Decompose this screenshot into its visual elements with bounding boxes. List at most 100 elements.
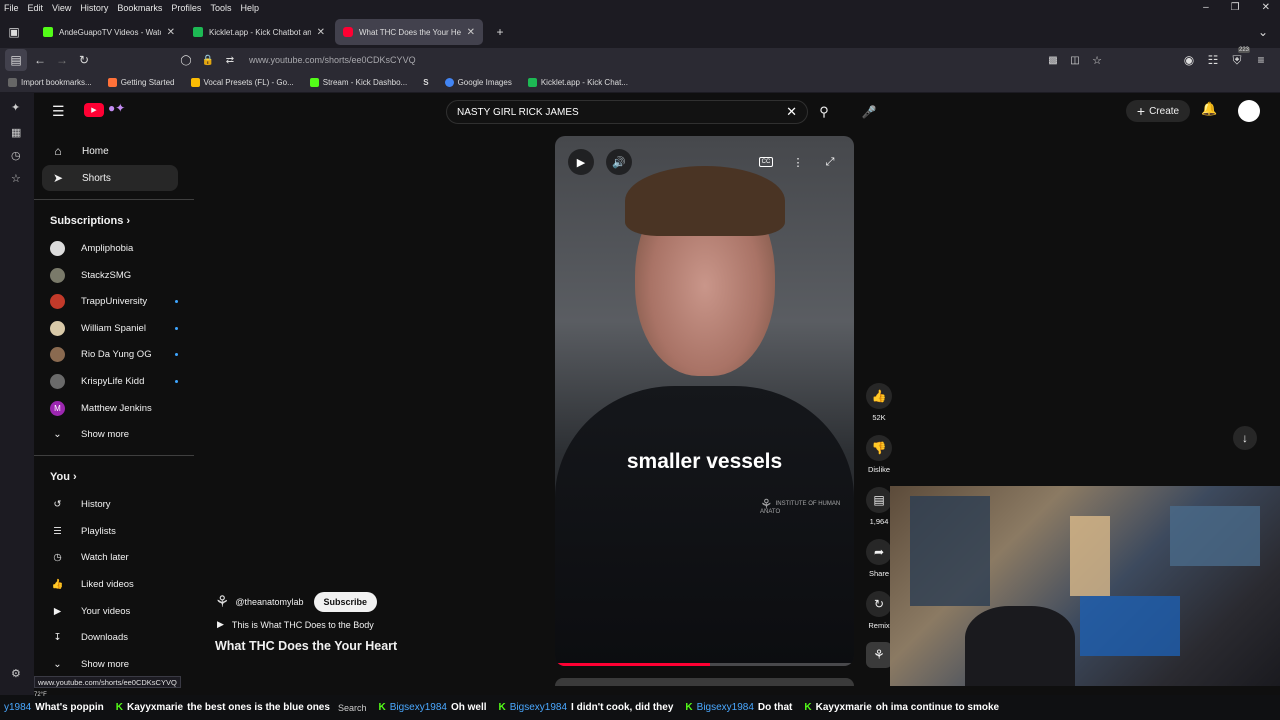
account-icon[interactable]: ◉ xyxy=(1178,49,1200,71)
weather-widget[interactable]: 72°F xyxy=(34,692,47,698)
subscription-item[interactable]: Rio Da Yung OG xyxy=(50,343,190,365)
tab-andeguapotv[interactable]: AndeGuapoTV Videos - Watch ( ✕ xyxy=(35,19,183,45)
taskbar-search[interactable]: Search xyxy=(338,703,367,713)
close-window-icon[interactable]: ✕ xyxy=(1262,2,1270,13)
nav-home[interactable]: ⌂ Home xyxy=(42,138,178,164)
menu-profiles[interactable]: Profiles xyxy=(171,3,201,13)
more-options-button[interactable]: ⋮ xyxy=(785,149,811,175)
nav-liked-videos[interactable]: 👍 Liked videos xyxy=(50,573,190,595)
url-bar[interactable]: www.youtube.com/shorts/ee0CDKsCYVQ xyxy=(249,55,416,65)
mute-button[interactable]: 🔊 xyxy=(606,149,632,175)
like-action[interactable]: 👍 52K xyxy=(866,383,892,422)
captions-button[interactable]: CC xyxy=(753,149,779,175)
share-action[interactable]: ➦ Share xyxy=(866,539,892,578)
new-tab-icon[interactable]: + xyxy=(489,21,511,43)
save-page-icon[interactable]: ◫ xyxy=(1064,49,1086,71)
forward-icon[interactable]: → xyxy=(51,49,73,71)
remix-button[interactable]: ↻ xyxy=(866,591,892,617)
clear-search-icon[interactable]: ✕ xyxy=(786,104,797,120)
shorts-video-player[interactable]: ▶ 🔊 CC ⋮ ⤢ smaller vessels ⚘ INSTITUTE OF… xyxy=(555,136,854,666)
dislike-action[interactable]: 👎 Dislike xyxy=(866,435,892,474)
ublock-extension-icon[interactable]: ⛨ 223 xyxy=(1226,47,1250,71)
bookmarks-panel-icon[interactable]: ☆ xyxy=(11,172,21,185)
video-progress-bar[interactable] xyxy=(555,663,854,666)
next-short-preview[interactable] xyxy=(555,678,854,686)
history-panel-icon[interactable]: ◷ xyxy=(11,149,21,162)
subscription-item[interactable]: TrappUniversity xyxy=(50,290,190,312)
subscriptions-show-more[interactable]: ⌄ Show more xyxy=(50,423,190,445)
menu-edit[interactable]: Edit xyxy=(28,3,44,13)
nav-downloads[interactable]: ↧ Downloads xyxy=(50,626,190,648)
share-button[interactable]: ➦ xyxy=(866,539,892,565)
subscription-item[interactable]: KrispyLife Kidd xyxy=(50,370,190,392)
picture-in-picture-icon[interactable]: ▩ xyxy=(1042,49,1064,71)
music-row[interactable]: ▶ This is What THC Does to the Body xyxy=(217,619,374,630)
permissions-icon[interactable]: ⇄ xyxy=(219,49,241,71)
notifications-bell-icon[interactable]: 🔔 xyxy=(1201,101,1217,117)
search-button[interactable]: ⚲ xyxy=(808,100,840,124)
fullscreen-button[interactable]: ⤢ xyxy=(817,149,843,175)
bookmark-star-icon[interactable]: ☆ xyxy=(1086,49,1108,71)
tab-youtube-active[interactable]: What THC Does the Your Heart ✕ xyxy=(335,19,483,45)
sidebar-settings-icon[interactable]: ⚙ xyxy=(11,667,21,680)
close-tab-icon[interactable]: ✕ xyxy=(467,27,475,38)
menu-tools[interactable]: Tools xyxy=(210,3,231,13)
synced-tabs-icon[interactable]: ▦ xyxy=(11,126,21,139)
create-button[interactable]: + Create xyxy=(1126,100,1190,122)
back-icon[interactable]: ← xyxy=(29,49,51,71)
reload-icon[interactable]: ↻ xyxy=(73,49,95,71)
tab-kicklet[interactable]: Kicklet.app - Kick Chatbot and C ✕ xyxy=(185,19,333,45)
subscribe-button[interactable]: Subscribe xyxy=(313,592,378,612)
nav-watch-later[interactable]: ◷ Watch later xyxy=(50,546,190,568)
subscription-item[interactable]: StackzSMG xyxy=(50,264,190,286)
subscription-item[interactable]: Ampliphobia xyxy=(50,237,190,259)
remix-action[interactable]: ↻ Remix xyxy=(866,591,892,630)
ai-chatbot-icon[interactable]: ✦ xyxy=(11,101,20,114)
minimize-icon[interactable]: – xyxy=(1203,2,1209,13)
bookmark-import[interactable]: Import bookmarks... xyxy=(8,77,92,87)
tab-list-chevron-icon[interactable]: ⌄ xyxy=(1252,21,1274,43)
you-show-more[interactable]: ⌄ Show more xyxy=(50,653,190,675)
menu-bookmarks[interactable]: Bookmarks xyxy=(117,3,162,13)
menu-help[interactable]: Help xyxy=(240,3,259,13)
bookmark-google-images[interactable]: Google Images xyxy=(444,77,512,87)
bookmark-kick-dashboard[interactable]: Stream - Kick Dashbo... xyxy=(309,77,407,87)
tab-overview-icon[interactable]: ▣ xyxy=(3,21,25,43)
subscription-item[interactable]: M Matthew Jenkins xyxy=(50,397,190,419)
youtube-logo[interactable]: ▶ xyxy=(84,103,104,117)
next-video-button[interactable]: ↓ xyxy=(1233,426,1257,450)
youtube-doodle-logo[interactable]: ●✦ xyxy=(108,101,125,115)
restore-icon[interactable]: ❐ xyxy=(1231,2,1240,13)
bookmark-s[interactable]: S xyxy=(423,78,428,87)
voice-search-button[interactable]: 🎤 xyxy=(858,101,880,123)
nav-shorts[interactable]: ➤ Shorts xyxy=(42,165,178,191)
subscription-item[interactable]: William Spaniel xyxy=(50,317,190,339)
nav-playlists[interactable]: ☰ Playlists xyxy=(50,520,190,542)
bookmark-vocal-presets[interactable]: Vocal Presets (FL) - Go... xyxy=(190,77,294,87)
subscriptions-heading[interactable]: Subscriptions › xyxy=(50,215,130,227)
menu-file[interactable]: File xyxy=(4,3,19,13)
bookmark-getting-started[interactable]: Getting Started xyxy=(107,77,175,87)
sidebar-toggle-icon[interactable]: ▤ xyxy=(5,49,27,71)
hamburger-menu-icon[interactable]: ☰ xyxy=(52,103,65,120)
extensions-icon[interactable]: ☷ xyxy=(1202,49,1224,71)
you-heading[interactable]: You › xyxy=(50,471,77,483)
dislike-button[interactable]: 👎 xyxy=(866,435,892,461)
tracking-shield-icon[interactable]: ◯ xyxy=(175,49,197,71)
comments-button[interactable]: ▤ xyxy=(866,487,892,513)
account-avatar[interactable] xyxy=(1238,100,1260,122)
nav-your-videos[interactable]: ▶ Your videos xyxy=(50,600,190,622)
play-button[interactable]: ▶ xyxy=(568,149,594,175)
channel-handle[interactable]: @theanatomylab xyxy=(235,597,303,607)
menu-history[interactable]: History xyxy=(80,3,108,13)
close-tab-icon[interactable]: ✕ xyxy=(317,27,325,38)
menu-view[interactable]: View xyxy=(52,3,71,13)
nav-history[interactable]: ↺ History xyxy=(50,493,190,515)
bookmark-kicklet[interactable]: Kicklet.app - Kick Chat... xyxy=(527,77,628,87)
channel-avatar-icon[interactable]: ⚘ xyxy=(215,592,229,612)
like-button[interactable]: 👍 xyxy=(866,383,892,409)
app-menu-icon[interactable]: ≡ xyxy=(1250,49,1272,71)
close-tab-icon[interactable]: ✕ xyxy=(167,27,175,38)
comments-action[interactable]: ▤ 1,964 xyxy=(866,487,892,526)
lock-icon[interactable]: 🔒 xyxy=(197,49,219,71)
